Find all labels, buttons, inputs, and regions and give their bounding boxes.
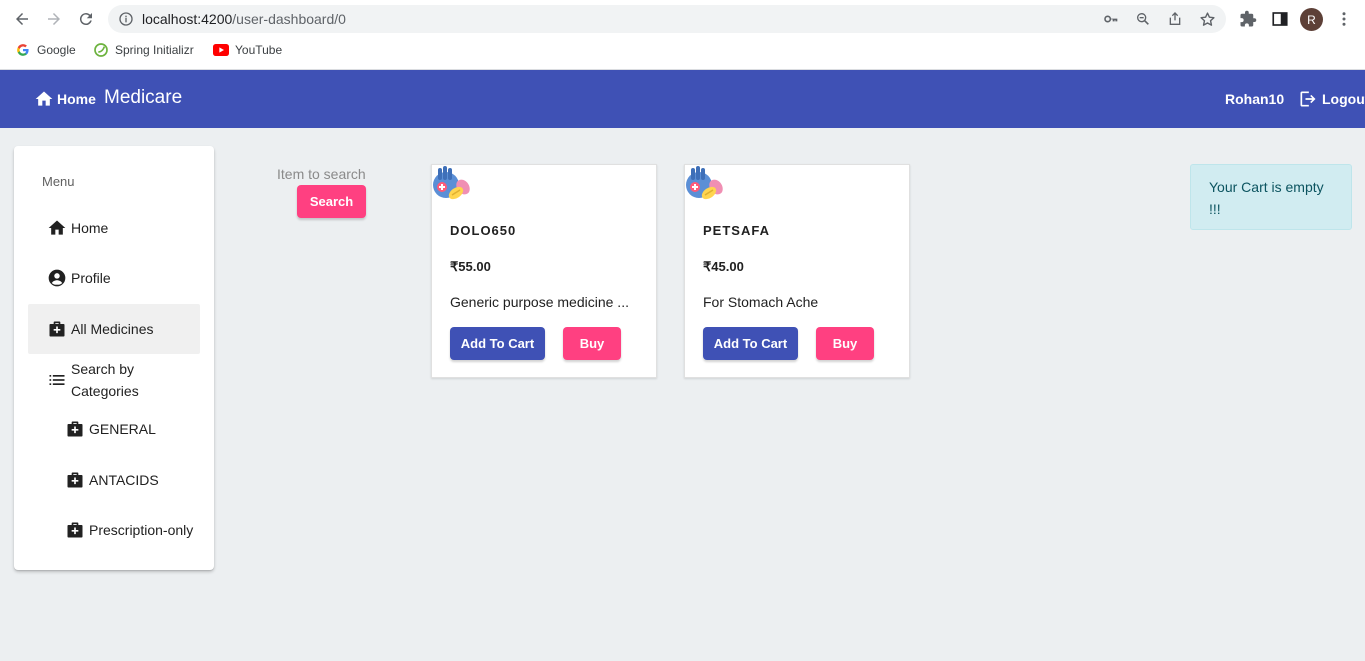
sidebar-menu: Menu Home Profile All Medicines Search b…	[14, 146, 214, 570]
search-input[interactable]: Item to search	[277, 166, 366, 182]
buy-button[interactable]: Buy	[563, 327, 621, 360]
zoom-out-icon[interactable]	[1134, 11, 1152, 27]
search-button[interactable]: Search	[297, 185, 366, 218]
bookmarks-bar: Google Spring Initializr YouTube	[0, 40, 1365, 62]
url-text: localhost:4200/user-dashboard/0	[142, 11, 346, 27]
sidebar-item-label: Profile	[71, 270, 111, 286]
medical-bag-icon	[67, 421, 83, 437]
profile-avatar[interactable]: R	[1300, 8, 1323, 31]
account-circle-icon	[48, 269, 66, 287]
product-price: ₹45.00	[703, 259, 744, 274]
pills-icon	[686, 166, 723, 200]
buy-button[interactable]: Buy	[816, 327, 874, 360]
sidebar-item-label: Home	[71, 220, 109, 236]
category-label: ANTACIDS	[89, 472, 159, 488]
url-host: localhost:4200	[142, 11, 233, 27]
category-label: GENERAL	[89, 421, 156, 437]
product-card: DOLO650 ₹55.00 Generic purpose medicine …	[431, 164, 657, 378]
product-card: PETSAFA ₹45.00 For Stomach Ache Add To C…	[684, 164, 910, 378]
back-arrow-icon[interactable]	[10, 8, 34, 30]
add-to-cart-button[interactable]: Add To Cart	[703, 327, 798, 360]
product-price: ₹55.00	[450, 259, 491, 274]
category-label: Prescription-only	[89, 522, 194, 538]
sidebar-item-home[interactable]: Home	[28, 210, 200, 246]
bookmark-label: YouTube	[235, 43, 283, 57]
browser-toolbar: localhost:4200/user-dashboard/0 R	[0, 0, 1365, 38]
medical-bag-icon	[67, 472, 83, 488]
bookmark-star-icon[interactable]	[1198, 11, 1216, 27]
sidebar-item-search-categories[interactable]: Search by Categories	[28, 358, 200, 402]
cart-empty-alert: Your Cart is empty !!!	[1190, 164, 1352, 230]
category-item-prescription-only[interactable]: Prescription-only	[28, 513, 200, 547]
forward-arrow-icon[interactable]	[42, 8, 66, 30]
category-item-antacids[interactable]: ANTACIDS	[28, 463, 200, 497]
sidebar-item-profile[interactable]: Profile	[28, 260, 200, 296]
home-icon	[35, 91, 53, 106]
app-header: Home Medicare Rohan10 Logout	[0, 70, 1365, 128]
bookmark-google[interactable]: Google	[15, 42, 76, 58]
logout-label: Logout	[1322, 91, 1365, 107]
pills-icon	[433, 166, 470, 200]
url-path: /user-dashboard/0	[232, 11, 346, 27]
site-info-icon[interactable]	[118, 11, 134, 32]
key-icon[interactable]	[1102, 11, 1120, 27]
google-icon	[15, 42, 31, 58]
home-icon	[48, 220, 66, 235]
header-home-link[interactable]: Home	[34, 89, 96, 109]
app-brand[interactable]: Medicare	[104, 87, 182, 109]
medical-bag-icon	[49, 321, 65, 337]
spring-icon	[93, 42, 109, 58]
sidebar-item-all-medicines[interactable]: All Medicines	[28, 304, 200, 354]
extensions-icon[interactable]	[1238, 9, 1258, 29]
side-panel-icon[interactable]	[1270, 9, 1290, 29]
product-name: DOLO650	[450, 223, 517, 238]
bookmark-label: Spring Initializr	[115, 43, 194, 57]
header-home-label: Home	[57, 91, 96, 107]
product-name: PETSAFA	[703, 223, 770, 238]
share-icon[interactable]	[1166, 11, 1184, 27]
bookmark-label: Google	[37, 43, 76, 57]
logout-icon	[1300, 91, 1316, 107]
list-icon	[49, 375, 65, 385]
browser-chrome: localhost:4200/user-dashboard/0 R Google…	[0, 0, 1365, 70]
add-to-cart-button[interactable]: Add To Cart	[450, 327, 545, 360]
sidebar-item-label: All Medicines	[71, 321, 154, 337]
more-menu-icon[interactable]	[1334, 9, 1354, 29]
address-bar[interactable]: localhost:4200/user-dashboard/0	[108, 5, 1226, 33]
youtube-icon	[213, 42, 229, 58]
reload-icon[interactable]	[74, 8, 98, 30]
product-description: Generic purpose medicine ...	[450, 294, 629, 310]
logout-button[interactable]: Logout	[1298, 89, 1365, 109]
bookmark-spring[interactable]: Spring Initializr	[93, 42, 194, 58]
product-description: For Stomach Ache	[703, 294, 819, 310]
category-item-general[interactable]: GENERAL	[28, 412, 200, 446]
medical-bag-icon	[67, 522, 83, 538]
bookmark-youtube[interactable]: YouTube	[213, 42, 282, 58]
header-username[interactable]: Rohan10	[1225, 91, 1284, 107]
menu-title: Menu	[42, 174, 75, 189]
sidebar-item-label: Search by Categories	[71, 361, 139, 399]
